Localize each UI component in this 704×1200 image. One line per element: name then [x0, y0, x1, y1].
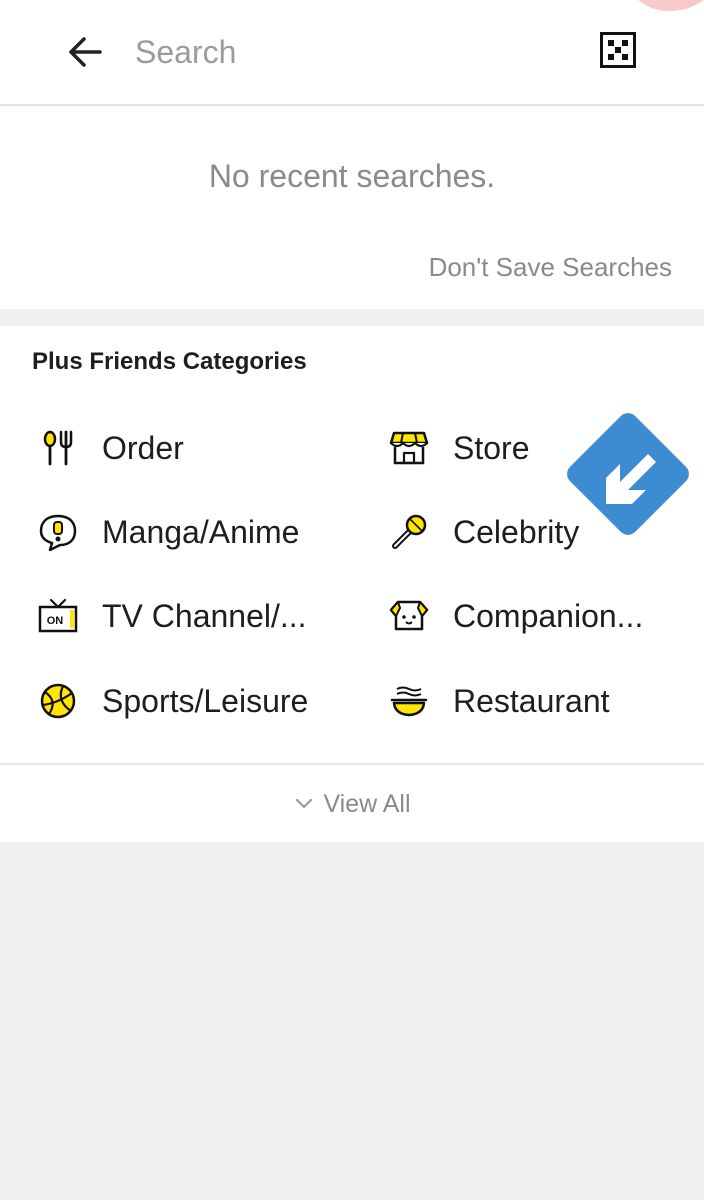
qr-code-icon — [600, 32, 636, 68]
storefront-icon — [389, 428, 429, 468]
basketball-icon — [38, 681, 78, 721]
categories-title: Plus Friends Categories — [32, 348, 307, 375]
category-manga-anime[interactable]: Manga/Anime — [38, 502, 348, 562]
category-label: TV Channel/... — [102, 597, 307, 634]
category-tv-channel[interactable]: ON TV Channel/... — [38, 586, 348, 646]
noodle-bowl-icon — [389, 681, 429, 721]
view-all-label: View All — [323, 789, 411, 818]
spoon-fork-icon — [38, 428, 78, 468]
microphone-icon — [389, 512, 429, 552]
category-sports-leisure[interactable]: Sports/Leisure — [38, 671, 348, 731]
divider — [0, 763, 704, 765]
view-all-button[interactable]: View All — [0, 784, 704, 824]
no-recent-searches-text: No recent searches. — [208, 158, 496, 194]
tv-on-icon: ON — [38, 596, 78, 636]
category-label: Sports/Leisure — [102, 682, 309, 719]
category-label: Manga/Anime — [102, 513, 300, 550]
category-companion[interactable]: Companion... — [389, 586, 699, 646]
recent-searches-panel: No recent searches. Don't Save Searches — [0, 106, 704, 309]
search-header — [0, 0, 704, 106]
dog-face-icon — [389, 596, 429, 636]
dont-save-searches-link[interactable]: Don't Save Searches — [429, 252, 672, 283]
search-input[interactable] — [135, 28, 535, 76]
category-restaurant[interactable]: Restaurant — [389, 671, 699, 731]
arrow-down-left-overlay-icon — [567, 413, 689, 535]
category-label: Companion... — [453, 597, 644, 634]
category-order[interactable]: Order — [38, 418, 348, 478]
back-button[interactable] — [62, 30, 110, 74]
svg-text:ON: ON — [47, 615, 64, 627]
category-label: Restaurant — [453, 682, 610, 719]
arrow-left-icon — [69, 37, 102, 67]
speech-bubble-exclamation-icon — [38, 512, 78, 552]
chevron-down-icon — [296, 798, 313, 809]
qr-code-button[interactable] — [600, 32, 636, 68]
category-label: Store — [453, 429, 530, 466]
category-label: Order — [102, 429, 184, 466]
